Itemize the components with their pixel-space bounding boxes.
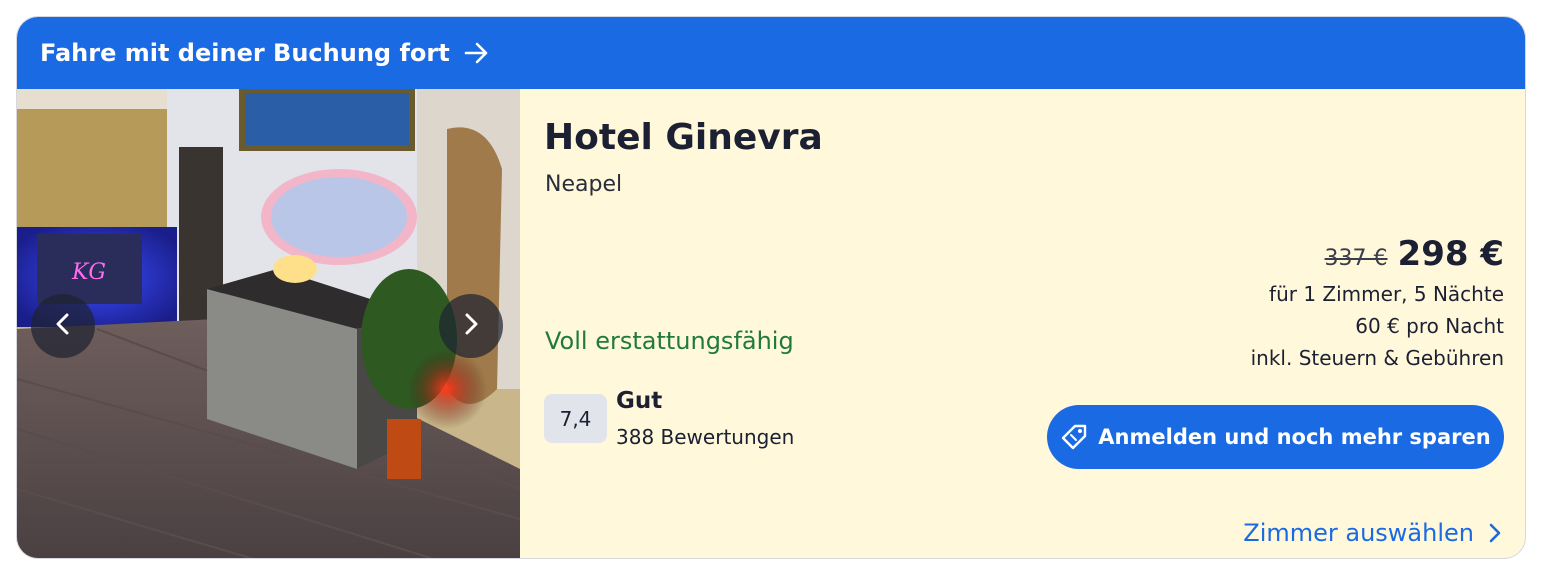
hotel-name[interactable]: Hotel Ginevra [544, 117, 823, 158]
rating-score-badge: 7,4 [544, 394, 607, 443]
chevron-right-icon [1488, 522, 1502, 544]
price-block: 337 € 298 € für 1 Zimmer, 5 Nächte 60 € … [1251, 234, 1504, 374]
chevron-left-icon [55, 313, 71, 339]
refund-status: Voll erstattungsfähig [545, 327, 794, 355]
hotel-card[interactable]: Fahre mit deiner Buchung fort KG Hotel G… [16, 16, 1526, 559]
hotel-city: Neapel [545, 172, 623, 197]
old-price: 337 € [1324, 246, 1388, 271]
chevron-right-icon [463, 313, 479, 339]
svg-text:KG: KG [71, 260, 106, 285]
select-room-link[interactable]: Zimmer auswählen [1243, 519, 1502, 547]
tag-icon [1060, 423, 1088, 451]
price-tax-note: inkl. Steuern & Gebühren [1250, 346, 1504, 370]
banner-text: Fahre mit deiner Buchung fort [40, 39, 450, 67]
select-room-label: Zimmer auswählen [1243, 519, 1474, 547]
signin-save-button[interactable]: Anmelden und noch mehr sparen [1047, 405, 1504, 469]
continue-booking-banner[interactable]: Fahre mit deiner Buchung fort [17, 17, 1525, 89]
price-per-night: 60 € pro Nacht [1355, 314, 1504, 338]
arrow-right-icon [464, 42, 490, 64]
hotel-photo[interactable]: KG [17, 89, 520, 558]
carousel-next-button[interactable] [439, 294, 503, 358]
price-stay-info: für 1 Zimmer, 5 Nächte [1269, 282, 1504, 306]
carousel-prev-button[interactable] [31, 294, 95, 358]
signin-button-label: Anmelden und noch mehr sparen [1098, 425, 1491, 449]
hotel-info: Hotel Ginevra Neapel Voll erstattungsfäh… [520, 89, 1525, 558]
review-count: 388 Bewertungen [616, 425, 795, 449]
current-price: 298 € [1397, 234, 1504, 274]
rating-label: Gut [616, 388, 663, 414]
